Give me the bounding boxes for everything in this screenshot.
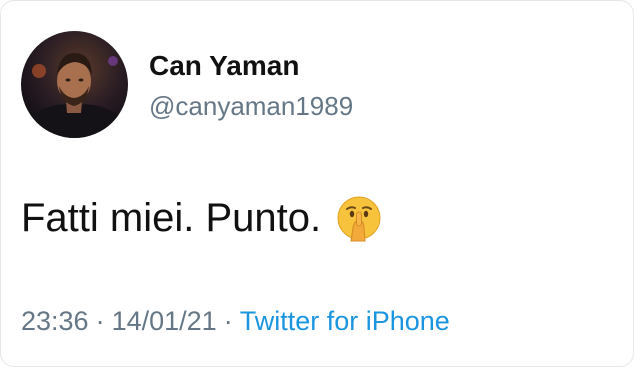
avatar[interactable]	[21, 31, 128, 138]
tweet-card: Can Yaman @canyaman1989 Fatti miei. Punt…	[0, 0, 634, 367]
meta-separator: ·	[95, 306, 105, 336]
tweet-text: Fatti miei. Punto.	[21, 196, 322, 240]
display-name[interactable]: Can Yaman	[149, 50, 299, 82]
shushing-face-emoji-icon	[335, 194, 383, 242]
tweet-source-link[interactable]: Twitter for iPhone	[240, 306, 450, 336]
meta-separator: ·	[223, 306, 233, 336]
tweet-time[interactable]: 23:36	[21, 306, 89, 336]
user-handle[interactable]: @canyaman1989	[149, 91, 353, 122]
tweet-meta: 23:36 · 14/01/21 · Twitter for iPhone	[21, 306, 450, 337]
tweet-body: Fatti miei. Punto.	[21, 194, 383, 242]
profile-photo-icon	[21, 31, 128, 138]
tweet-date[interactable]: 14/01/21	[112, 306, 217, 336]
